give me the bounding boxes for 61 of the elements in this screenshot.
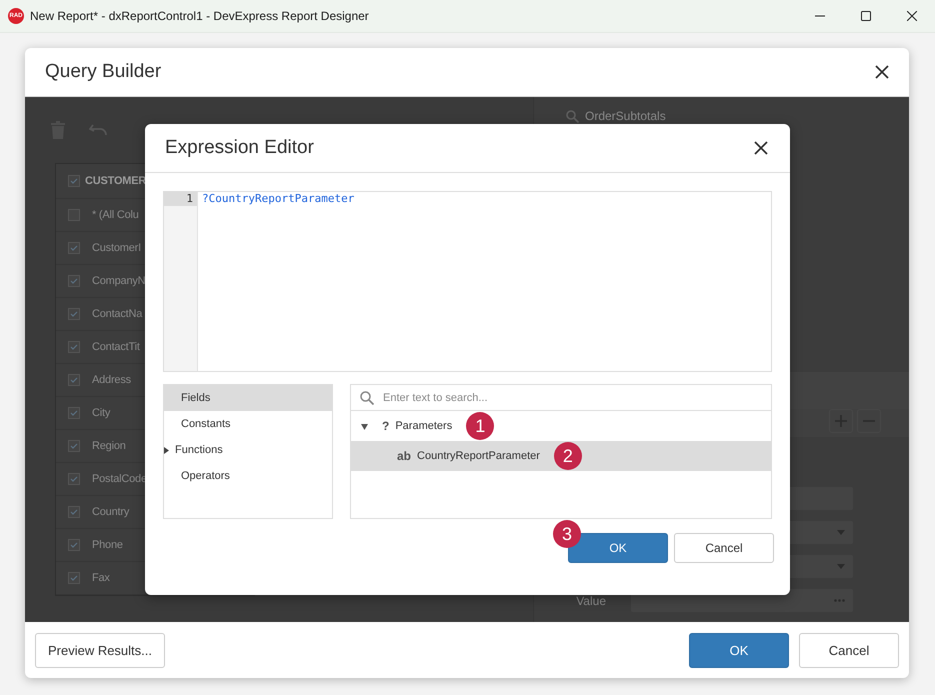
caret-icon: [837, 564, 845, 569]
checked-checkbox[interactable]: [68, 308, 80, 320]
add-button[interactable]: [829, 409, 853, 433]
category-item[interactable]: Constants: [164, 411, 332, 437]
cancel-button[interactable]: Cancel: [674, 533, 774, 563]
column-name: CompanyN: [92, 275, 146, 287]
step-badge: 3: [553, 520, 581, 548]
window-title: New Report* - dxReportControl1 - DevExpress Report Designer: [30, 9, 370, 23]
line-number: 1: [164, 192, 197, 206]
category-item[interactable]: Functions: [164, 437, 332, 463]
close-icon[interactable]: [875, 65, 889, 79]
remove-button[interactable]: [857, 409, 881, 433]
column-name: Region: [92, 440, 126, 452]
checkbox[interactable]: [68, 209, 80, 221]
column-name: Country: [92, 506, 130, 518]
column-name: CustomerI: [92, 242, 141, 254]
dialog-title: Expression Editor: [165, 137, 314, 159]
checked-checkbox[interactable]: [68, 374, 80, 386]
collapse-arrow-icon[interactable]: [361, 422, 368, 430]
search-icon: [360, 390, 374, 404]
code-line: ?CountryReportParameter: [202, 192, 354, 205]
type-icon: ?: [382, 419, 390, 433]
category-item[interactable]: Fields: [164, 385, 332, 411]
type-icon: ab: [397, 449, 412, 463]
tree-item[interactable]: ab CountryReportParameter 2: [351, 441, 771, 471]
close-icon[interactable]: [754, 141, 768, 155]
category-item[interactable]: Operators: [164, 463, 332, 489]
table-name: CUSTOMER: [85, 175, 146, 187]
search-icon[interactable]: [566, 110, 579, 122]
checked-checkbox[interactable]: [68, 341, 80, 353]
column-name: * (All Colu: [92, 209, 139, 221]
checked-checkbox[interactable]: [68, 275, 80, 287]
checked-checkbox[interactable]: [68, 175, 80, 187]
column-name: City: [92, 407, 110, 419]
checked-checkbox[interactable]: [68, 242, 80, 254]
code-editor[interactable]: 1 ?CountryReportParameter: [163, 191, 772, 372]
step-badge: 1: [466, 412, 494, 440]
step-badge: 2: [554, 442, 582, 470]
column-name: Fax: [92, 572, 110, 584]
checked-checkbox[interactable]: [68, 572, 80, 584]
checked-checkbox[interactable]: [68, 440, 80, 452]
column-name: ContactTit: [92, 341, 140, 353]
column-name: Address: [92, 374, 131, 386]
column-name: Phone: [92, 539, 123, 551]
undo-icon[interactable]: [89, 123, 109, 137]
cancel-button[interactable]: Cancel: [799, 632, 899, 668]
column-name: ContactNa: [92, 308, 142, 320]
tree-item[interactable]: ? Parameters 1: [351, 411, 771, 441]
dialog-title: Query Builder: [45, 61, 162, 83]
close-icon[interactable]: [907, 11, 917, 21]
checked-checkbox[interactable]: [68, 506, 80, 518]
maximize-icon[interactable]: [861, 11, 871, 21]
checked-checkbox[interactable]: [68, 473, 80, 485]
preview-results-button[interactable]: Preview Results...: [35, 632, 165, 668]
column-name: PostalCode: [92, 473, 147, 485]
caret-icon: [837, 530, 845, 535]
expand-arrow-icon[interactable]: [164, 446, 169, 454]
field-label: Value: [575, 594, 606, 608]
ok-button[interactable]: OK: [689, 632, 789, 668]
checked-checkbox[interactable]: [68, 539, 80, 551]
checked-checkbox[interactable]: [68, 407, 80, 419]
